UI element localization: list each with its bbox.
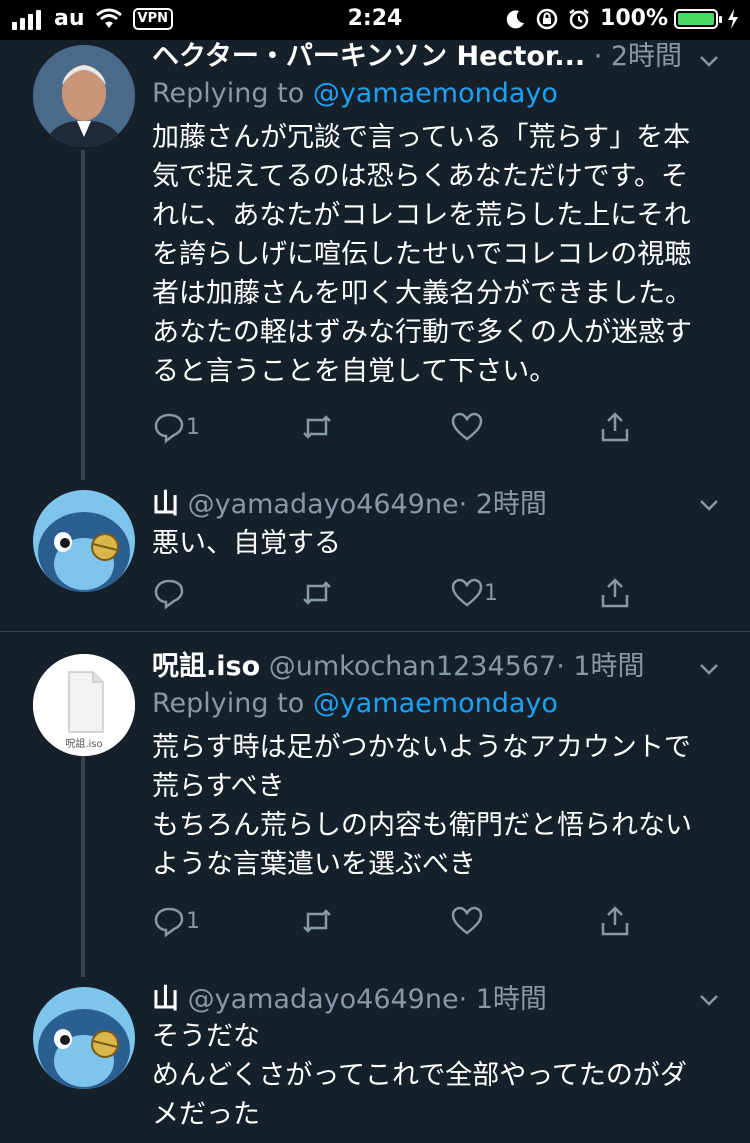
thread-line bbox=[81, 756, 85, 977]
moon-icon bbox=[506, 9, 525, 28]
tweet-text: 悪い、自覚する bbox=[152, 528, 341, 559]
retweet-button[interactable] bbox=[300, 904, 334, 938]
user-handle[interactable]: @umkochan1234567 bbox=[269, 651, 556, 682]
status-bar: au VPN 2:24 100% bbox=[0, 0, 750, 40]
alarm-icon bbox=[569, 8, 589, 29]
display-name[interactable]: ヘクター・パーキンソン Hector... bbox=[152, 41, 585, 72]
retweet-icon bbox=[303, 415, 331, 439]
reply-icon bbox=[154, 907, 184, 938]
tweet[interactable]: ヘクター・パーキンソン Hector... · 2時間 Replying to … bbox=[0, 40, 750, 480]
display-name[interactable]: 山 bbox=[152, 489, 179, 520]
share-button[interactable] bbox=[598, 576, 632, 610]
like-button[interactable]: 1 bbox=[450, 576, 498, 610]
mention-link[interactable]: @yamaemondayo bbox=[313, 78, 558, 109]
share-icon bbox=[601, 412, 629, 442]
user-handle[interactable]: @yamadayo4649ne bbox=[188, 984, 459, 1015]
timestamp: · 1時間 bbox=[556, 651, 645, 682]
reply-count: 1 bbox=[186, 414, 200, 440]
tweet[interactable]: 山 @yamadayo4649ne· 2時間 悪い、自覚する 1 bbox=[0, 480, 750, 630]
reply-icon bbox=[154, 413, 184, 444]
reply-icon bbox=[154, 579, 184, 610]
reply-count: 1 bbox=[186, 908, 200, 934]
display-name[interactable]: 山 bbox=[152, 984, 179, 1015]
heart-icon bbox=[451, 412, 483, 441]
retweet-icon bbox=[303, 909, 331, 933]
retweet-icon bbox=[303, 581, 331, 605]
reply-button[interactable]: 1 bbox=[152, 904, 200, 938]
battery-icon bbox=[674, 8, 722, 29]
heart-icon bbox=[451, 578, 483, 607]
heart-icon bbox=[451, 906, 483, 935]
timestamp: · 1時間 bbox=[458, 984, 547, 1015]
avatar[interactable] bbox=[33, 987, 135, 1089]
chevron-down-icon[interactable] bbox=[698, 50, 720, 72]
like-button[interactable] bbox=[450, 904, 484, 938]
avatar[interactable] bbox=[33, 45, 135, 147]
retweet-button[interactable] bbox=[300, 576, 334, 610]
share-icon bbox=[601, 578, 629, 608]
chevron-down-icon[interactable] bbox=[698, 989, 720, 1011]
charging-bolt-icon bbox=[728, 8, 738, 29]
reply-button[interactable] bbox=[152, 576, 186, 610]
replying-to: Replying to @yamaemondayo bbox=[152, 78, 558, 109]
retweet-button[interactable] bbox=[300, 410, 334, 444]
like-count: 1 bbox=[484, 580, 498, 606]
tweet-text: 荒らす時は足がつかないようなアカウントで 荒らすべき もちろん荒らしの内容も衛門… bbox=[152, 732, 692, 880]
like-button[interactable] bbox=[450, 410, 484, 444]
avatar-label: 呪詛.iso bbox=[65, 737, 102, 750]
tweet[interactable]: 山 @yamadayo4649ne· 1時間 そうだな めんどくさがってこれで全… bbox=[0, 977, 750, 1143]
tweet[interactable]: 呪詛.iso 呪詛.iso @umkochan1234567· 1時間 Repl… bbox=[0, 632, 750, 977]
thread-line bbox=[81, 150, 85, 480]
share-button[interactable] bbox=[598, 904, 632, 938]
avatar[interactable] bbox=[33, 490, 135, 592]
orientation-lock-icon bbox=[536, 8, 558, 29]
reply-button[interactable]: 1 bbox=[152, 410, 200, 444]
chevron-down-icon[interactable] bbox=[698, 658, 720, 680]
share-icon bbox=[601, 906, 629, 936]
timestamp: · 2時間 bbox=[458, 489, 547, 520]
display-name[interactable]: 呪詛.iso bbox=[152, 651, 260, 682]
timestamp: · 2時間 bbox=[593, 41, 683, 72]
tweet-text: そうだな めんどくさがってこれで全部やってたのがダ メだった bbox=[152, 1021, 687, 1130]
user-handle[interactable]: @yamadayo4649ne bbox=[188, 489, 459, 520]
mention-link[interactable]: @yamaemondayo bbox=[313, 688, 558, 719]
replying-to: Replying to @yamaemondayo bbox=[152, 688, 558, 719]
battery-percent: 100% bbox=[600, 6, 668, 31]
avatar[interactable]: 呪詛.iso bbox=[33, 654, 135, 756]
tweet-text: 加藤さんが冗談で言っている「荒らす」を本 気で捉えてるのは恐らくあなただけです。… bbox=[152, 122, 692, 387]
share-button[interactable] bbox=[598, 410, 632, 444]
chevron-down-icon[interactable] bbox=[698, 494, 720, 516]
